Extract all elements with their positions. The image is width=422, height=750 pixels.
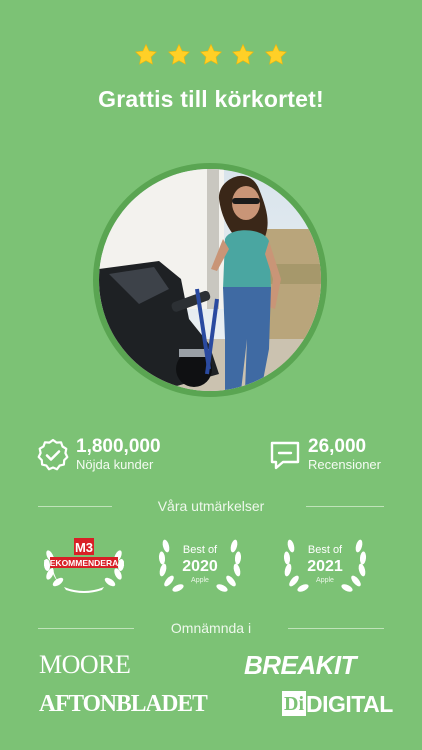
award-brand: Apple	[316, 577, 334, 584]
press-logo-digital: DIGITAL	[306, 691, 393, 717]
press-logo-breakit: BREAKIT	[244, 650, 357, 680]
stat-reviews: 26,000 Recensioner	[268, 436, 388, 476]
rating-stars	[0, 43, 422, 72]
award-best-of-2020: Best of 2020 Apple	[154, 532, 246, 594]
award-top: Best of	[308, 544, 343, 556]
award-m3: M3 REKOMMENDERAR	[38, 532, 130, 594]
star-icon	[200, 43, 222, 65]
speech-bubble-icon	[270, 441, 300, 470]
laurel-wreath-icon: M3 REKOMMENDERAR	[44, 538, 125, 593]
award-brand: Apple	[191, 577, 209, 584]
verified-badge-icon	[37, 438, 69, 471]
awards-divider: Våra utmärkelser	[38, 496, 384, 516]
press-divider: Omnämnda i	[38, 618, 384, 638]
press-logo-di-digital: DiDIGITAL	[282, 691, 393, 717]
star-icon	[135, 43, 158, 65]
star-icon	[264, 43, 287, 65]
press-logo-aftonbladet: AFTONBLADET	[39, 691, 208, 717]
award-year: 2020	[182, 558, 218, 575]
press-logo-di: Di	[282, 691, 306, 716]
stat-value: 1,800,000	[76, 436, 161, 457]
award-badge: M3	[75, 540, 93, 555]
customer-photo	[99, 169, 321, 391]
award-top: Best of	[183, 544, 218, 556]
laurel-wreath-icon: Best of 2020 Apple	[158, 539, 242, 592]
stat-value: 26,000	[308, 436, 367, 457]
award-best-of-2021: Best of 2021 Apple	[279, 532, 371, 594]
award-year: 2021	[307, 558, 343, 575]
star-icon	[167, 43, 190, 65]
star-icon	[232, 43, 255, 65]
laurel-wreath-icon: Best of 2021 Apple	[283, 539, 367, 592]
stat-label: Nöjda kunder	[76, 457, 154, 472]
stat-label: Recensioner	[308, 457, 381, 472]
press-logo-moore: MOORE	[39, 650, 131, 679]
headline: Grattis till körkortet!	[98, 86, 324, 112]
award-text: REKOMMENDERAR	[44, 558, 125, 568]
stat-customers: 1,800,000 Nöjda kunder	[36, 436, 186, 476]
